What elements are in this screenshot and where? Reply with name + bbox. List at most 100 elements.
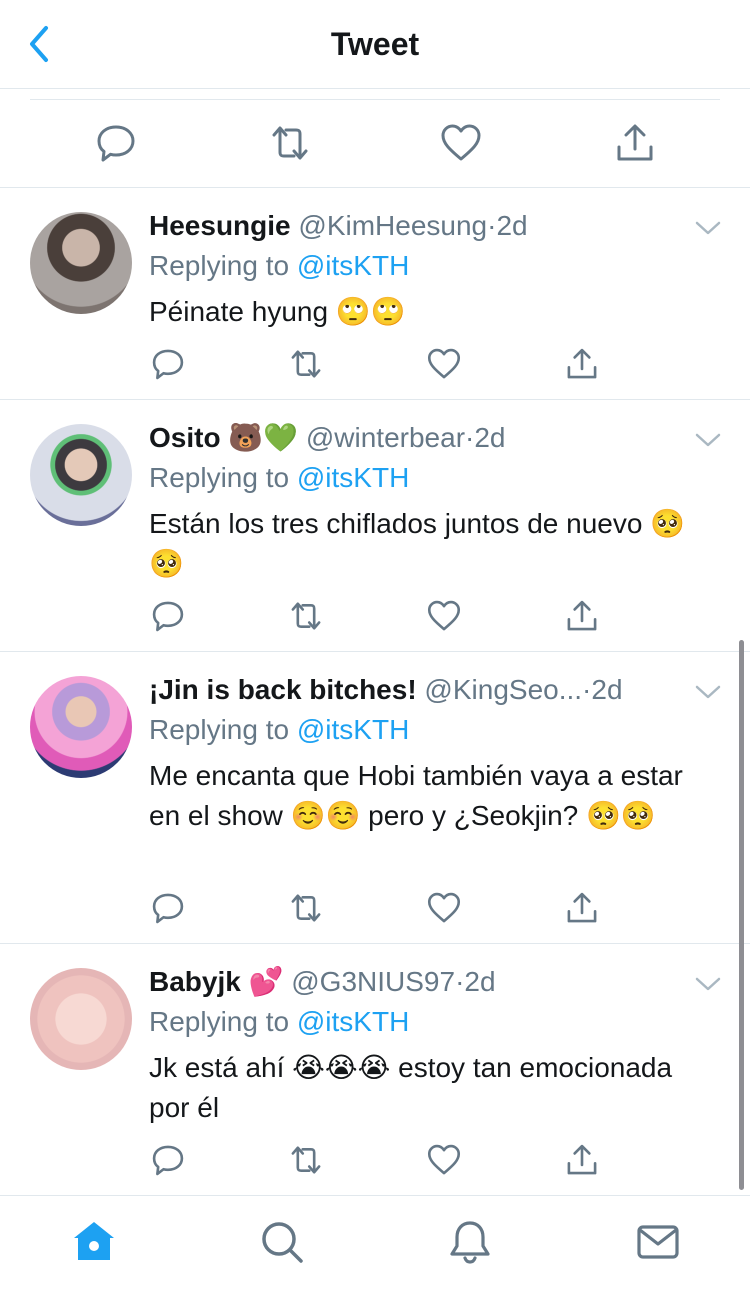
share-icon: [567, 348, 597, 379]
tab-notifications[interactable]: [446, 1218, 494, 1266]
chevron-down-icon[interactable]: [694, 682, 722, 702]
chevron-down-icon[interactable]: [694, 974, 722, 994]
separator-dot: ·: [582, 674, 592, 705]
mention-link[interactable]: @itsKTH: [297, 1006, 409, 1037]
home-icon: [74, 1222, 114, 1260]
timestamp: 2d: [591, 674, 623, 705]
top-navigation-bar: Tweet: [0, 0, 750, 89]
display-name[interactable]: Osito 🐻💚: [149, 422, 298, 453]
user-handle[interactable]: @KimHeesung: [298, 210, 487, 241]
reply-button[interactable]: [150, 890, 186, 926]
share-icon: [567, 1144, 597, 1175]
avatar[interactable]: [30, 424, 132, 526]
reply-button[interactable]: [94, 121, 138, 165]
avatar[interactable]: [30, 676, 132, 778]
reply-tweet[interactable]: Heesungie @KimHeesung·2d Replying to @it…: [0, 188, 750, 400]
retweet-button[interactable]: [288, 890, 324, 926]
scrollbar[interactable]: [739, 640, 744, 1190]
replying-to-label: Replying to: [149, 714, 290, 745]
user-handle[interactable]: @KingSeo...: [424, 674, 582, 705]
search-icon: [262, 1222, 303, 1263]
reply-tweet[interactable]: ¡Jin is back bitches! @KingSeo...·2d Rep…: [0, 652, 750, 944]
share-button[interactable]: [564, 1142, 600, 1178]
like-button[interactable]: [426, 346, 462, 382]
heart-icon: [427, 348, 461, 379]
reply-button[interactable]: [150, 1142, 186, 1178]
share-button[interactable]: [564, 890, 600, 926]
reply-button[interactable]: [150, 598, 186, 634]
mention-link[interactable]: @itsKTH: [297, 714, 409, 745]
display-name[interactable]: Heesungie: [149, 210, 291, 241]
retweet-icon: [291, 602, 321, 630]
reply-icon: [152, 601, 184, 632]
replying-to: Replying to @itsKTH: [149, 1002, 409, 1042]
avatar[interactable]: [30, 212, 132, 314]
replying-to-label: Replying to: [149, 462, 290, 493]
bottom-tab-bar: [0, 1195, 750, 1295]
reply-tweet[interactable]: Babyjk 💕 @G3NIUS97·2d Replying to @itsKT…: [0, 944, 750, 1195]
user-handle[interactable]: @G3NIUS97: [291, 966, 455, 997]
tweet-text: Jk está ahí 😭😭😭 estoy tan emocionada por…: [149, 1052, 673, 1123]
tweet-meta: ¡Jin is back bitches! @KingSeo...·2d: [149, 670, 680, 710]
heart-icon: [427, 892, 461, 923]
replying-to-label: Replying to: [149, 250, 290, 281]
display-name[interactable]: Babyjk 💕: [149, 966, 283, 997]
user-handle[interactable]: @winterbear: [306, 422, 465, 453]
timestamp: 2d: [474, 422, 506, 453]
like-button[interactable]: [426, 890, 462, 926]
reply-tweet[interactable]: Osito 🐻💚 @winterbear·2d Replying to @its…: [0, 400, 750, 652]
chevron-down-icon[interactable]: [694, 218, 722, 238]
mail-icon: [637, 1225, 679, 1259]
retweet-button[interactable]: [268, 121, 312, 165]
separator-dot: ·: [465, 422, 475, 453]
share-icon: [617, 124, 653, 161]
tab-messages[interactable]: [634, 1218, 682, 1266]
main-tweet-action-bar: [0, 89, 750, 188]
reply-icon: [152, 1145, 184, 1176]
share-button[interactable]: [564, 598, 600, 634]
replying-to: Replying to @itsKTH: [149, 458, 409, 498]
retweet-button[interactable]: [288, 346, 324, 382]
separator-dot: ·: [455, 966, 465, 997]
heart-icon: [427, 600, 461, 631]
timestamp: 2d: [464, 966, 496, 997]
tweet-meta: Osito 🐻💚 @winterbear·2d: [149, 418, 680, 458]
share-icon: [567, 600, 597, 631]
tweet-meta: Heesungie @KimHeesung·2d: [149, 206, 680, 246]
tweet-text: Me encanta que Hobi también vaya a estar…: [149, 760, 683, 831]
retweet-icon: [291, 894, 321, 922]
reply-icon: [152, 893, 184, 924]
share-button[interactable]: [613, 121, 657, 165]
timestamp: 2d: [496, 210, 528, 241]
mention-link[interactable]: @itsKTH: [297, 250, 409, 281]
replying-to: Replying to @itsKTH: [149, 246, 409, 286]
share-button[interactable]: [564, 346, 600, 382]
like-button[interactable]: [426, 1142, 462, 1178]
avatar[interactable]: [30, 968, 132, 1070]
tweet-meta: Babyjk 💕 @G3NIUS97·2d: [149, 962, 680, 1002]
mention-link[interactable]: @itsKTH: [297, 462, 409, 493]
reply-icon: [97, 125, 135, 162]
tweet-text: Péinate hyung 🙄🙄: [149, 296, 406, 327]
tab-home[interactable]: [70, 1218, 118, 1266]
bell-icon: [450, 1221, 490, 1264]
like-button[interactable]: [439, 121, 483, 165]
retweet-button[interactable]: [288, 598, 324, 634]
like-button[interactable]: [426, 598, 462, 634]
retweet-icon: [272, 126, 308, 160]
reply-button[interactable]: [150, 346, 186, 382]
share-icon: [567, 892, 597, 923]
divider: [30, 99, 720, 100]
retweet-button[interactable]: [288, 1142, 324, 1178]
display-name[interactable]: ¡Jin is back bitches!: [149, 674, 417, 705]
heart-icon: [427, 1144, 461, 1175]
tab-search[interactable]: [258, 1218, 306, 1266]
replying-to-label: Replying to: [149, 1006, 290, 1037]
retweet-icon: [291, 350, 321, 378]
heart-icon: [441, 124, 481, 161]
tweet-text: Están los tres chiflados juntos de nuevo…: [149, 508, 686, 579]
page-title: Tweet: [330, 26, 420, 62]
retweet-icon: [291, 1146, 321, 1174]
chevron-down-icon[interactable]: [694, 430, 722, 450]
reply-icon: [152, 349, 184, 380]
